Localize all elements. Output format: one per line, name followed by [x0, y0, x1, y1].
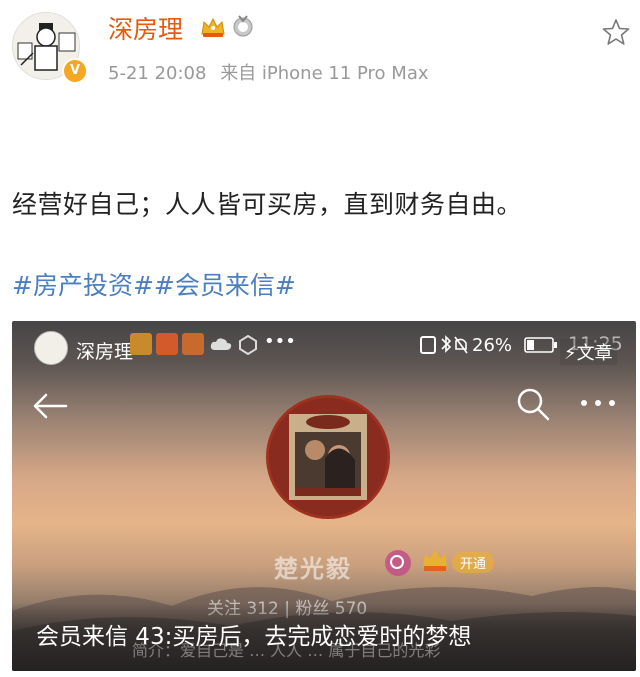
star-icon[interactable] [602, 18, 630, 46]
back-arrow-icon[interactable] [32, 391, 68, 421]
battery-icon [524, 337, 557, 353]
phone-status-bar: 深房理 ••• 26% 11:25 ⚡文章 [12, 321, 636, 371]
app-notification-icon [182, 333, 204, 355]
card-author-avatar [34, 331, 68, 365]
article-caption[interactable]: 会员来信 43:买房后，去完成恋爱时的梦想 [36, 617, 471, 651]
profile-avatar[interactable] [266, 395, 390, 519]
profile-name: 楚光毅 [274, 555, 352, 583]
vip-crown-icon [423, 550, 447, 571]
more-icon[interactable] [576, 393, 620, 413]
album-cover-image [269, 398, 387, 516]
search-icon[interactable] [516, 387, 550, 421]
verified-badge: V [62, 58, 88, 84]
hashtag-link[interactable]: #房产投资# [12, 271, 154, 300]
more-status-icon: ••• [264, 331, 296, 352]
post-source: 来自 iPhone 11 Pro Max [220, 63, 429, 84]
crown-badge-icon[interactable] [200, 16, 226, 38]
medal-badge-icon[interactable] [232, 15, 254, 37]
article-badge: ⚡文章 [560, 339, 617, 365]
battery-percentage: 26% [472, 335, 513, 356]
search-badge-icon [385, 550, 411, 576]
lightning-icon: ⚡ [564, 343, 577, 364]
post-date: 5-21 20:08 [108, 63, 207, 84]
open-vip-button[interactable]: 开通 [452, 552, 495, 573]
hashtag-list: #房产投资##会员来信# [12, 266, 296, 302]
post-text: 经营好自己；人人皆可买房，直到财务自由。 [12, 190, 523, 219]
post-meta: 5-21 20:08 来自 iPhone 11 Pro Max [108, 59, 437, 85]
shield-icon [239, 335, 257, 355]
app-notification-icon [130, 333, 152, 355]
nfc-bluetooth-mute-icons [420, 335, 468, 354]
embedded-article-card[interactable]: 深房理 ••• 26% 11:25 ⚡文章 楚光毅 开通 简介：爱自己是 … 人… [12, 321, 636, 671]
card-author-name: 深房理 [76, 341, 134, 363]
cloud-icon [210, 338, 232, 350]
hashtag-link[interactable]: #会员来信# [154, 271, 296, 300]
article-label: 文章 [576, 343, 613, 364]
app-notification-icon [156, 333, 178, 355]
post-author-name[interactable]: 深房理 [108, 10, 183, 46]
